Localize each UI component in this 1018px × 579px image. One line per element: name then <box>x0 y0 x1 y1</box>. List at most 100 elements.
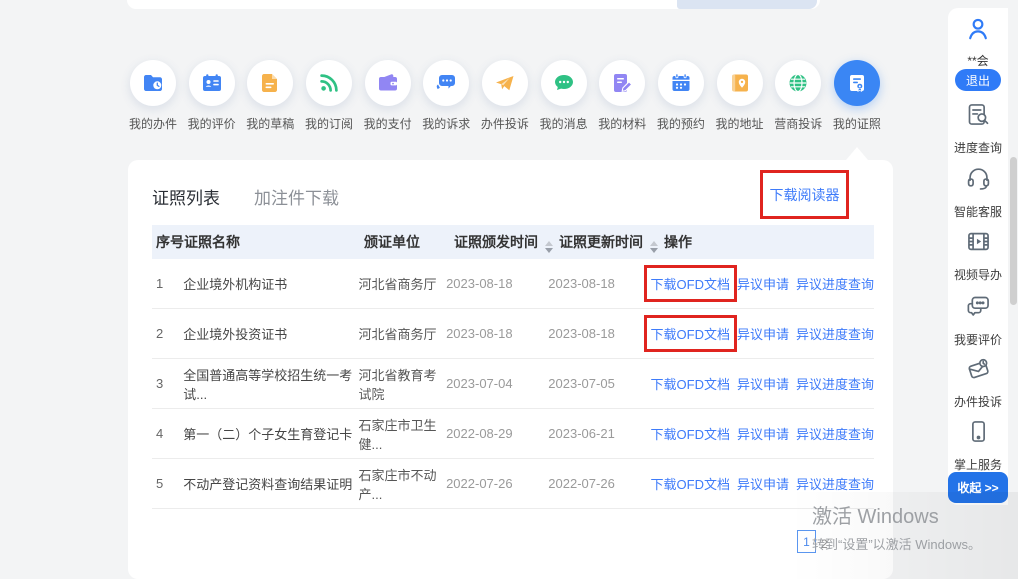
toolbar-item-video-guide[interactable]: 视频导办 <box>948 228 1008 283</box>
rss-icon <box>306 60 352 106</box>
certificates-panel: 证照列表 加注件下载 下载阅读器 序号 证照名称 颁证单位 证照颁发时间 证照更… <box>128 160 893 579</box>
toolbar-item-progress-query[interactable]: 进度查询 <box>948 101 1008 156</box>
scrollbar-thumb[interactable] <box>1010 157 1017 305</box>
cell-issuer: 河北省教育考试院 <box>358 365 446 403</box>
id-card-icon <box>189 60 235 106</box>
cell-issuer: 河北省商务厅 <box>358 324 446 343</box>
objection-progress-link[interactable]: 异议进度查询 <box>796 424 874 443</box>
draft-document-icon <box>247 60 293 106</box>
sort-carets-update-date[interactable] <box>650 241 658 253</box>
collapse-toolbar-button[interactable]: 收起 >> <box>948 472 1008 503</box>
cell-no: 5 <box>152 476 183 491</box>
cell-issue-date: 2023-08-18 <box>446 326 548 341</box>
caret-down-icon <box>650 248 658 253</box>
tab-annotation-download[interactable]: 加注件下载 <box>254 184 339 209</box>
objection-apply-link[interactable]: 异议申请 <box>737 474 789 493</box>
quick-entry-business-complaint[interactable]: 营商投诉 <box>769 60 827 132</box>
cell-update-date: 2023-08-18 <box>548 276 650 291</box>
message-bubble-icon <box>541 60 587 106</box>
col-issuer: 颁证单位 <box>364 232 454 252</box>
caret-up-icon <box>650 241 658 246</box>
caret-up-icon <box>545 241 553 246</box>
objection-apply-link[interactable]: 异议申请 <box>737 324 789 343</box>
toolbar-item-label: 智能客服 <box>954 203 1002 220</box>
cell-update-date: 2023-06-21 <box>548 426 650 441</box>
download-ofd-link[interactable]: 下载OFD文档 <box>651 324 730 343</box>
quick-entry-my-messages[interactable]: 我的消息 <box>535 60 593 132</box>
cell-name: 企业境外投资证书 <box>183 324 358 343</box>
toolbar-item-smart-service[interactable]: 智能客服 <box>948 165 1008 220</box>
download-ofd-link[interactable]: 下载OFD文档 <box>651 474 730 493</box>
table-row: 3 全国普通高等学校招生统一考试... 河北省教育考试院 2023-07-04 … <box>152 359 874 409</box>
quick-entry-matter-complaint[interactable]: 办件投诉 <box>476 60 534 132</box>
toolbar-item-label: 视频导办 <box>954 266 1002 283</box>
cell-update-date: 2023-08-18 <box>548 326 650 341</box>
table-header-row: 序号 证照名称 颁证单位 证照颁发时间 证照更新时间 操作 <box>152 225 874 259</box>
sort-carets-issue-date[interactable] <box>545 241 553 253</box>
toolbar-item-matter-complaint[interactable]: 办件投诉 <box>948 355 1008 410</box>
cell-name: 企业境外机构证书 <box>183 274 358 293</box>
logout-button[interactable]: 退出 <box>955 69 1001 91</box>
quick-entry-label: 我的办件 <box>129 115 177 132</box>
address-book-icon <box>717 60 763 106</box>
toolbar-item-label: 进度查询 <box>954 139 1002 156</box>
quick-entry-label: 我的预约 <box>657 115 705 132</box>
quick-entry-my-appointments[interactable]: 我的预约 <box>652 60 710 132</box>
table-row: 5 不动产登记资料查询结果证明 石家庄市不动产... 2022-07-26 20… <box>152 459 874 509</box>
quick-entry-my-evaluations[interactable]: 我的评价 <box>183 60 241 132</box>
complaint-envelope-icon <box>965 355 992 387</box>
document-search-icon <box>965 101 992 133</box>
user-avatar-icon[interactable] <box>965 16 991 47</box>
caret-down-icon <box>545 248 553 253</box>
download-reader-highlight-box: 下载阅读器 <box>760 170 849 219</box>
cell-issue-date: 2022-07-26 <box>446 476 548 491</box>
scrolled-header-edge <box>127 0 820 9</box>
download-ofd-link[interactable]: 下载OFD文档 <box>651 274 730 293</box>
table-row: 2 企业境外投资证书 河北省商务厅 2023-08-18 2023-08-18 … <box>152 309 874 359</box>
cell-issue-date: 2023-07-04 <box>446 376 548 391</box>
cell-issue-date: 2022-08-29 <box>446 426 548 441</box>
cell-no: 3 <box>152 376 183 391</box>
username-text: **会 <box>948 52 1008 69</box>
toolbar-item-evaluate[interactable]: 我要评价 <box>948 293 1008 348</box>
col-issue-date[interactable]: 证照颁发时间 <box>454 232 559 253</box>
page-1-button[interactable]: 1 <box>797 530 816 553</box>
col-name: 证照名称 <box>184 232 364 252</box>
tab-certificate-list[interactable]: 证照列表 <box>152 184 220 209</box>
cell-update-date: 2022-07-26 <box>548 476 650 491</box>
quick-entry-my-addresses[interactable]: 我的地址 <box>711 60 769 132</box>
quick-entry-label: 我的草稿 <box>246 115 294 132</box>
quick-entry-my-certificates[interactable]: 我的证照 <box>828 60 886 132</box>
objection-apply-link[interactable]: 异议申请 <box>737 424 789 443</box>
quick-entry-my-matters[interactable]: 我的办件 <box>124 60 182 132</box>
objection-progress-link[interactable]: 异议进度查询 <box>796 474 874 493</box>
quick-entry-my-subscriptions[interactable]: 我的订阅 <box>300 60 358 132</box>
toolbar-item-label: 掌上服务 <box>954 456 1002 473</box>
download-ofd-link[interactable]: 下载OFD文档 <box>651 374 730 393</box>
quick-entry-my-payments[interactable]: 我的支付 <box>359 60 417 132</box>
cell-issuer: 石家庄市卫生健... <box>358 415 446 453</box>
certificate-icon <box>834 60 880 106</box>
objection-progress-link[interactable]: 异议进度查询 <box>796 324 874 343</box>
quick-entry-my-materials[interactable]: 我的材料 <box>593 60 651 132</box>
cell-update-date: 2023-07-05 <box>548 376 650 391</box>
quick-entry-row: 我的办件 我的评价 我的草稿 我的订阅 我的支付 我的诉求 办件投诉 我的消息 … <box>124 60 886 132</box>
page-2-button[interactable]: 2 <box>821 537 828 551</box>
quick-entry-label: 办件投诉 <box>481 115 529 132</box>
download-ofd-link[interactable]: 下载OFD文档 <box>651 424 730 443</box>
objection-progress-link[interactable]: 异议进度查询 <box>796 374 874 393</box>
cell-issuer: 石家庄市不动产... <box>358 465 446 503</box>
video-guide-icon <box>965 228 992 260</box>
quick-entry-my-appeals[interactable]: 我的诉求 <box>417 60 475 132</box>
quick-entry-my-drafts[interactable]: 我的草稿 <box>241 60 299 132</box>
objection-apply-link[interactable]: 异议申请 <box>737 374 789 393</box>
header-edge-accent <box>677 0 817 9</box>
toolbar-item-mobile-service[interactable]: 掌上服务 <box>948 418 1008 473</box>
download-reader-link[interactable]: 下载阅读器 <box>770 185 840 205</box>
quick-entry-label: 我的支付 <box>364 115 412 132</box>
evaluate-chat-icon <box>965 293 992 325</box>
col-update-date[interactable]: 证照更新时间 <box>559 232 664 253</box>
calendar-icon <box>658 60 704 106</box>
objection-apply-link[interactable]: 异议申请 <box>737 274 789 293</box>
objection-progress-link[interactable]: 异议进度查询 <box>796 274 874 293</box>
